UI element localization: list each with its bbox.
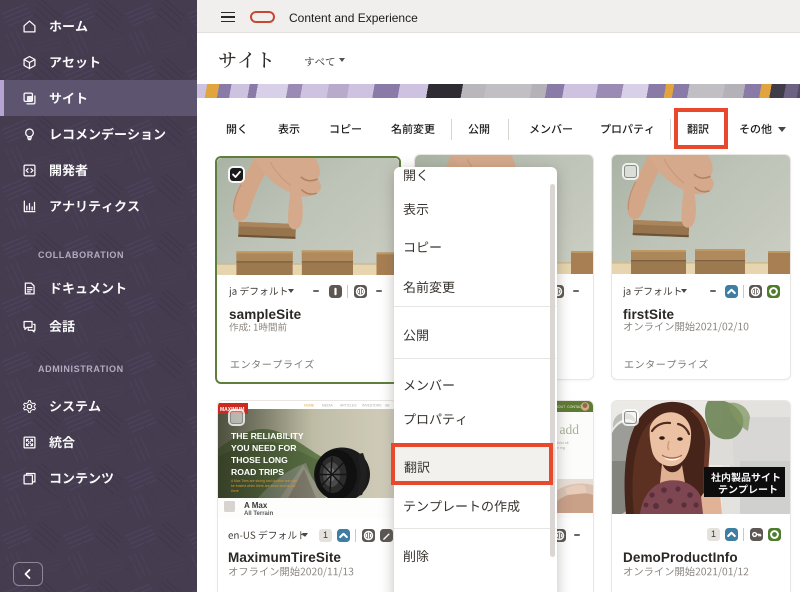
svg-text:be trusted when there are snow: be trusted when there are snow storms ou…: [231, 484, 295, 488]
svg-text:AB: AB: [385, 404, 390, 408]
svg-text:A Max Tires are strong and dur: A Max Tires are strong and durable and c…: [231, 479, 297, 483]
svg-text:THOSE LONG: THOSE LONG: [231, 455, 288, 465]
svg-text:THE RELIABILITY: THE RELIABILITY: [231, 431, 304, 441]
svg-text:YOU NEED FOR: YOU NEED FOR: [231, 443, 297, 453]
svg-text:A Max: A Max: [244, 501, 268, 510]
svg-text:ARTICLES: ARTICLES: [340, 404, 357, 408]
svg-text:INVESTORS: INVESTORS: [362, 404, 382, 408]
svg-text:ROAD TRIPS: ROAD TRIPS: [231, 467, 284, 477]
svg-text:HOME: HOME: [304, 404, 315, 408]
svg-text:All Terrain: All Terrain: [244, 511, 274, 517]
svg-text:there: there: [231, 489, 239, 493]
svg-text:MEDIA: MEDIA: [322, 404, 333, 408]
